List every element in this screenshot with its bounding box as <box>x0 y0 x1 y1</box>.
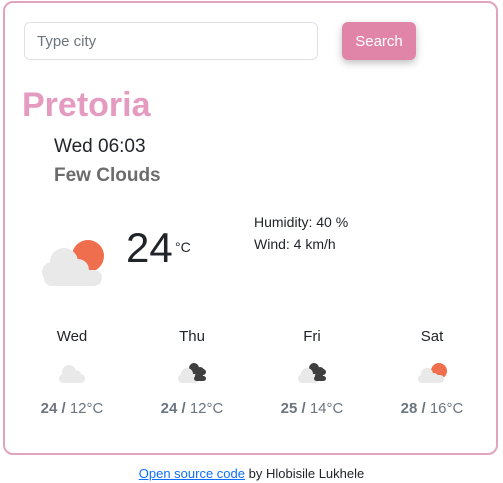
forecast-day-name: Sat <box>420 328 444 345</box>
temp-separator: / <box>61 400 66 417</box>
forecast-max-temp: 25 <box>280 400 298 417</box>
forecast-min-temp: 12°C <box>69 400 104 417</box>
forecast-day-thu: Thu 24 / 12°C <box>152 327 232 419</box>
forecast-day-fri: Fri 25 / 14°C <box>272 327 352 419</box>
footer-author: by Hlobisile Lukhele <box>245 466 365 481</box>
forecast-max-temp: 24 <box>160 400 178 417</box>
temperature-unit: °C <box>175 239 191 255</box>
forecast-day-wed: Wed 24 / 12°C <box>32 327 112 419</box>
broken-clouds-icon <box>298 363 326 383</box>
forecast-min-temp: 16°C <box>429 400 464 417</box>
open-source-link[interactable]: Open source code <box>139 466 245 481</box>
forecast-day-name: Wed <box>56 328 88 345</box>
wind-speed: Wind: 4 km/h <box>254 236 336 252</box>
forecast-min-temp: 12°C <box>189 400 224 417</box>
footer: Open source code by Hlobisile Lukhele <box>0 465 503 483</box>
weather-description: Few Clouds <box>54 165 161 186</box>
current-temperature: 24 <box>126 224 173 271</box>
few-clouds-day-icon <box>418 363 447 383</box>
forecast-max-temp: 24 <box>40 400 58 417</box>
city-search-input[interactable] <box>24 22 318 60</box>
temp-separator: / <box>301 400 306 417</box>
forecast-day-name: Fri <box>303 328 321 345</box>
forecast-max-temp: 28 <box>400 400 418 417</box>
forecast-day-sat: Sat 28 / 16°C <box>392 327 472 419</box>
few-clouds-day-icon <box>42 240 104 286</box>
search-button[interactable]: Search <box>342 22 416 60</box>
current-datetime: Wed 06:03 <box>54 136 146 157</box>
broken-clouds-icon <box>178 363 206 383</box>
temp-separator: / <box>181 400 186 417</box>
temp-separator: / <box>421 400 426 417</box>
humidity: Humidity: 40 % <box>254 214 349 230</box>
forecast-min-temp: 14°C <box>309 400 344 417</box>
cloud-icon <box>59 365 85 383</box>
forecast-day-name: Thu <box>179 328 205 345</box>
city-name: Pretoria <box>22 86 151 124</box>
